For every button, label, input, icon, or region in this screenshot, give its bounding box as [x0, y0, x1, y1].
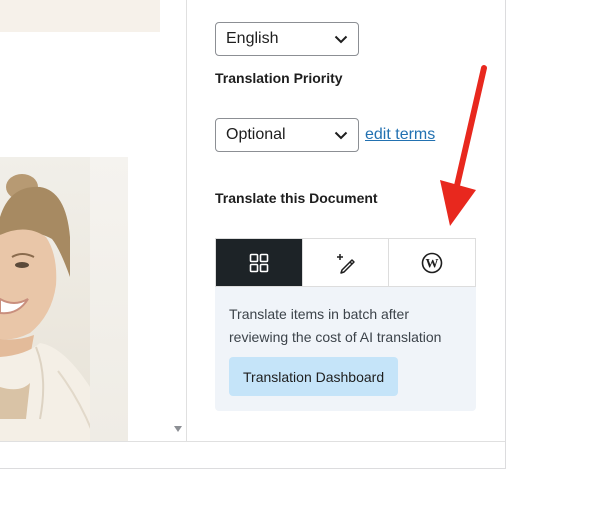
svg-text:W: W — [426, 255, 439, 270]
annotation-arrow — [440, 65, 487, 226]
language-select-value: English — [226, 30, 279, 47]
priority-select-value: Optional — [226, 126, 286, 143]
priority-select[interactable]: Optional — [215, 118, 359, 152]
magic-wand-pencil-icon — [336, 253, 355, 274]
chevron-down-icon — [334, 131, 348, 139]
editor-canvas — [0, 0, 186, 441]
translation-method-tabs: W — [215, 238, 476, 287]
chevron-down-icon — [334, 35, 348, 43]
batch-description: Translate items in batch after reviewing… — [229, 306, 442, 345]
translation-priority-label: Translation Priority — [215, 70, 343, 86]
hero-image-strip — [0, 0, 160, 32]
tab-batch-translation[interactable] — [216, 239, 303, 286]
translate-document-heading: Translate this Document — [215, 190, 378, 206]
portrait-photo[interactable] — [0, 157, 128, 441]
tab-wordpress-editor[interactable]: W — [389, 239, 475, 286]
scroll-down-arrow[interactable] — [174, 425, 182, 437]
translation-dashboard-button[interactable]: Translation Dashboard — [229, 357, 399, 396]
wordpress-icon: W — [421, 252, 443, 273]
footer-divider — [0, 441, 505, 442]
grid-icon — [249, 253, 269, 272]
language-select[interactable]: English — [215, 22, 359, 56]
edit-terms-link[interactable]: edit terms — [365, 126, 435, 144]
window-border-bottom — [0, 468, 506, 469]
batch-translation-panel: Translate items in batch after reviewing… — [215, 287, 476, 411]
tab-ai-translate[interactable] — [303, 239, 390, 286]
window-border-right — [505, 0, 506, 468]
